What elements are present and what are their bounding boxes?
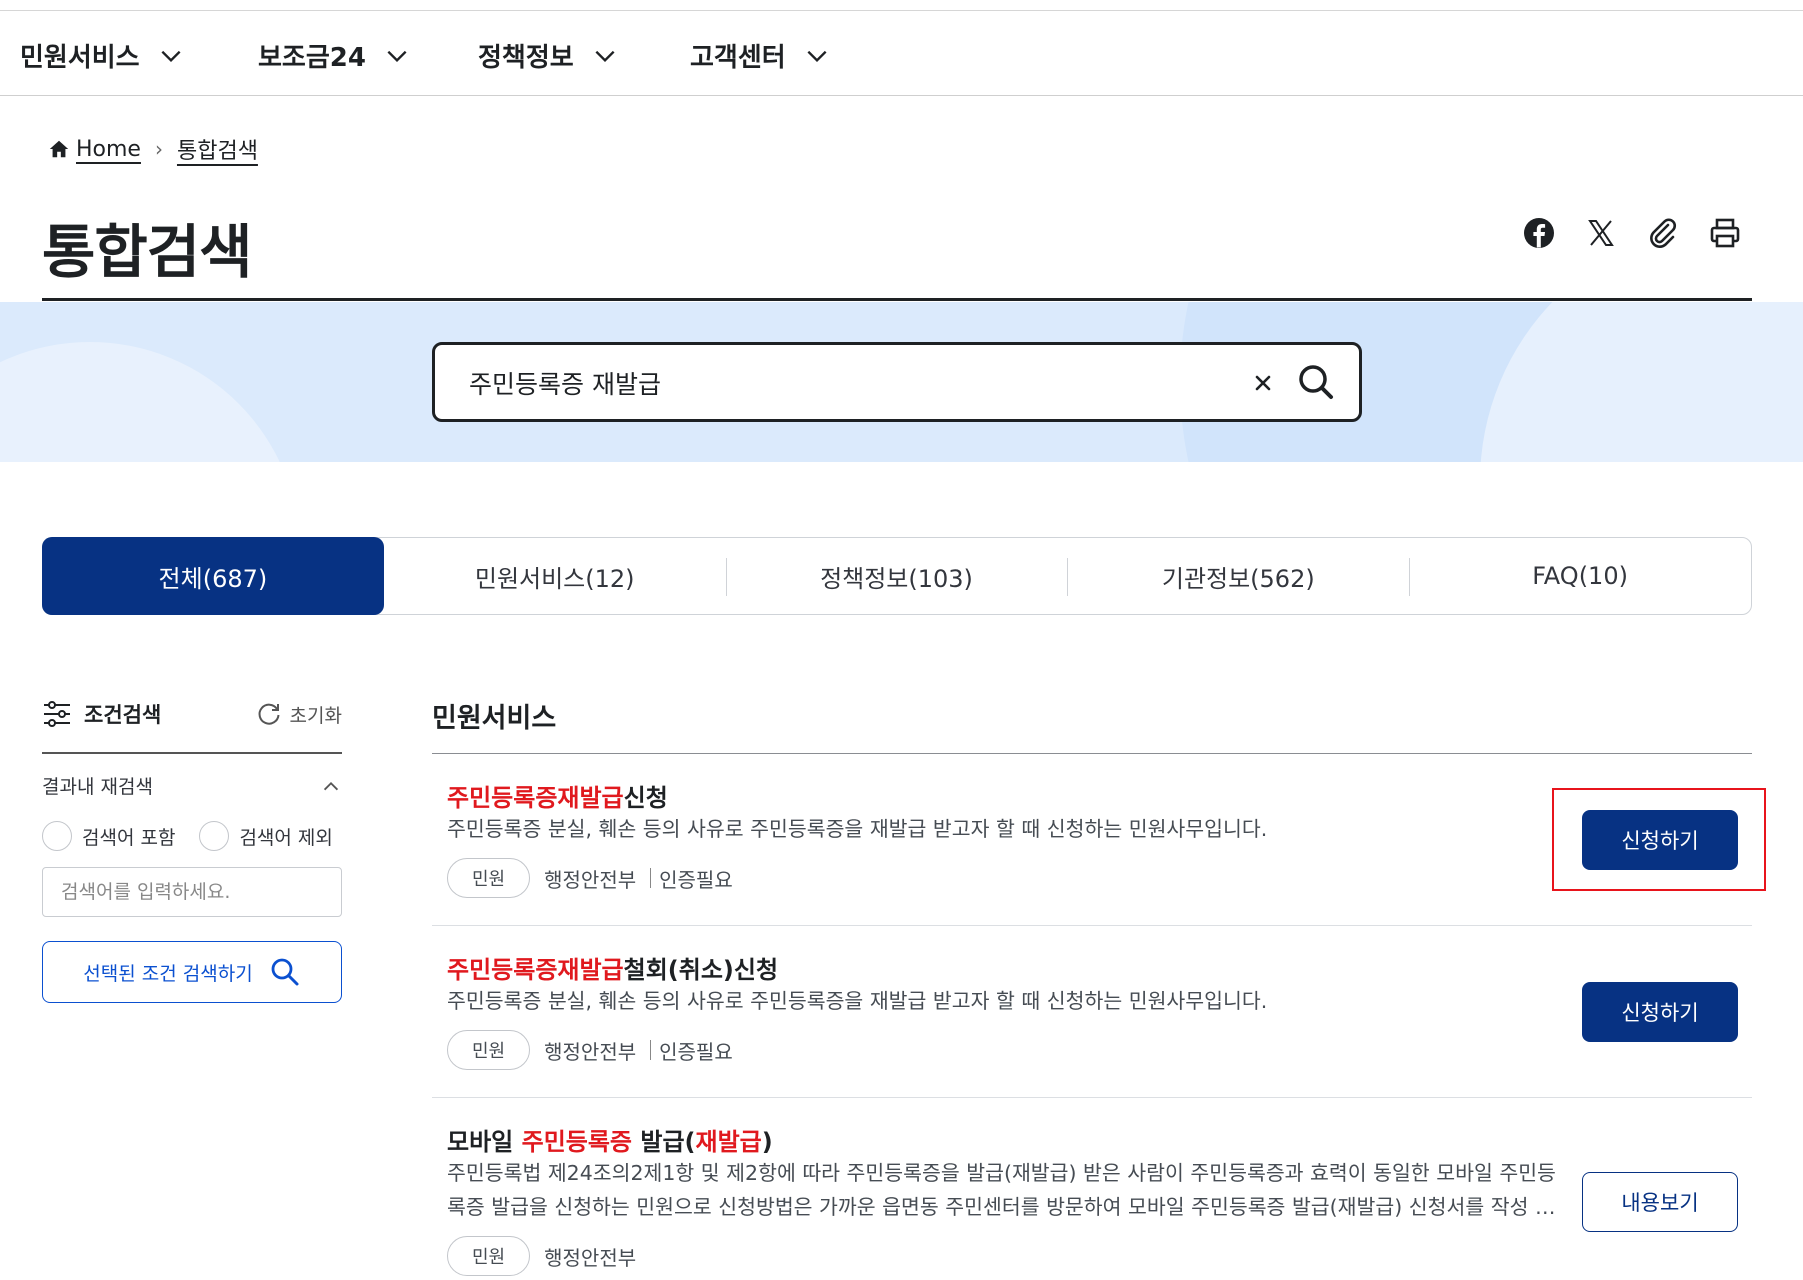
result-title-link[interactable]: 주민등록증재발급신청 [447,778,668,813]
search-icon [271,958,299,986]
title-text: 철회(취소)신청 [623,956,779,984]
title-text: 신청 [623,784,668,812]
search-input[interactable] [469,363,1229,403]
chevron-down-icon [387,50,407,62]
agency-name: 행정안전부 [544,867,637,892]
radio-exclude-keyword[interactable]: 검색어 제외 [199,821,333,851]
tab-faq[interactable]: FAQ(10) [1409,538,1751,614]
result-item: 주민등록증재발급철회(취소)신청 주민등록증 분실, 훼손 등의 사유로 주민등… [432,926,1752,1098]
chevron-down-icon [595,50,615,62]
reset-button[interactable]: 초기화 [256,701,342,728]
nav-item-policy-info[interactable]: 정책정보 [478,37,618,74]
tab-all[interactable]: 전체(687) [42,537,384,615]
result-description: 주민등록증 분실, 훼손 등의 사유로 주민등록증을 재발급 받고자 할 때 신… [447,989,1268,1013]
nav-item-subsidy24[interactable]: 보조금24 [258,37,410,74]
title-highlight: 주민등록증재발급 [447,784,624,812]
chevron-up-icon [323,781,339,790]
nav-label: 보조금24 [258,43,366,73]
breadcrumb: Home › 통합검색 [48,133,258,165]
clear-icon[interactable] [1245,365,1281,401]
reset-label: 초기화 [289,704,342,727]
filter-search-label: 선택된 조건 검색하기 [83,962,253,985]
filter-sidebar: 조건검색 초기화 결과내 재검색 검색어 포함 검색어 제외 선택된 조건 검색… [42,690,342,1003]
research-keyword-input[interactable] [42,867,342,917]
auth-required: 인증필요 [650,864,733,893]
result-title-link[interactable]: 주민등록증재발급철회(취소)신청 [447,950,778,985]
title-highlight: 주민등록증재발급 [447,956,624,984]
filter-header: 조건검색 초기화 [42,690,342,754]
radio-circle [199,821,230,851]
nav-label: 정책정보 [478,43,574,73]
result-meta: 민원 행정안전부 인증필요 [447,858,733,898]
title-highlight: 주민등록증 [521,1128,633,1156]
result-description: 주민등록법 제24조의2제1항 및 제2항에 따라 주민등록증을 발급(재발급)… [447,1161,1556,1219]
home-icon [49,140,69,158]
radio-include-label: 검색어 포함 [82,826,176,849]
filter-title: 조건검색 [84,703,162,727]
radio-exclude-label: 검색어 제외 [239,826,333,849]
nav-label: 민원서비스 [20,43,140,73]
filter-search-button[interactable]: 선택된 조건 검색하기 [42,941,342,1003]
title-divider [42,298,1752,301]
print-icon[interactable] [1708,216,1742,250]
research-label: 결과내 재검색 [42,776,153,798]
auth-required: 인증필요 [650,1036,733,1065]
chevron-down-icon [161,50,181,62]
global-nav: 민원서비스 보조금24 정책정보 고객센터 [0,11,1803,96]
facebook-icon[interactable] [1522,216,1556,250]
result-category-tabs: 전체(687) 민원서비스(12) 정책정보(103) 기관정보(562) FA… [42,537,1752,615]
breadcrumb-separator-icon: › [154,137,163,161]
nav-item-civil-service[interactable]: 민원서비스 [20,37,184,74]
radio-include-keyword[interactable]: 검색어 포함 [42,821,175,851]
apply-button[interactable]: 신청하기 [1582,982,1738,1042]
x-icon[interactable] [1584,216,1618,250]
chevron-down-icon [807,50,827,62]
result-title-link[interactable]: 모바일 주민등록증 발급(재발급) [447,1122,773,1157]
search-icon[interactable] [1293,359,1339,405]
share-toolbar [1522,216,1742,250]
result-item: 모바일 주민등록증 발급(재발급) 주민등록법 제24조의2제1항 및 제2항에… [432,1098,1752,1280]
title-text: 발급( [632,1128,696,1156]
nav-item-customer-center[interactable]: 고객센터 [690,37,830,74]
title-text: 모바일 [447,1128,522,1156]
section-title: 민원서비스 [432,690,1752,754]
sliders-icon [44,701,70,727]
title-text: ) [761,1128,773,1156]
page-title: 통합검색 [42,218,252,286]
radio-circle [42,821,72,851]
result-meta: 민원 행정안전부 인증필요 [447,1030,733,1070]
category-tag: 민원 [447,1030,531,1070]
auth-label: 인증필요 [659,867,733,892]
title-highlight: 재발급 [695,1128,762,1156]
link-clip-icon[interactable] [1646,216,1680,250]
result-description: 주민등록증 분실, 훼손 등의 사유로 주민등록증을 재발급 받고자 할 때 신… [447,817,1268,841]
view-details-button[interactable]: 내용보기 [1582,1172,1738,1232]
breadcrumb-current[interactable]: 통합검색 [177,133,258,165]
results-main: 민원서비스 주민등록증재발급신청 주민등록증 분실, 훼손 등의 사유로 주민등… [432,690,1752,1280]
research-accordion-header[interactable]: 결과내 재검색 [42,772,342,799]
category-tag: 민원 [447,1236,531,1276]
agency-name: 행정안전부 [544,1245,637,1270]
tab-policy-info[interactable]: 정책정보(103) [725,538,1068,614]
category-tag: 민원 [447,858,531,898]
tab-agency-info[interactable]: 기관정보(562) [1067,538,1409,614]
breadcrumb-home-link[interactable]: Home [76,137,141,162]
highlight-outline [1552,788,1766,891]
keyword-mode-radios: 검색어 포함 검색어 제외 [42,821,342,851]
nav-label: 고객센터 [690,43,786,73]
refresh-icon [258,703,280,725]
auth-label: 인증필요 [659,1039,733,1064]
search-box [432,342,1362,422]
tab-civil-service[interactable]: 민원서비스(12) [384,538,726,614]
result-meta: 민원 행정안전부 [447,1236,636,1276]
agency-name: 행정안전부 [544,1039,637,1064]
